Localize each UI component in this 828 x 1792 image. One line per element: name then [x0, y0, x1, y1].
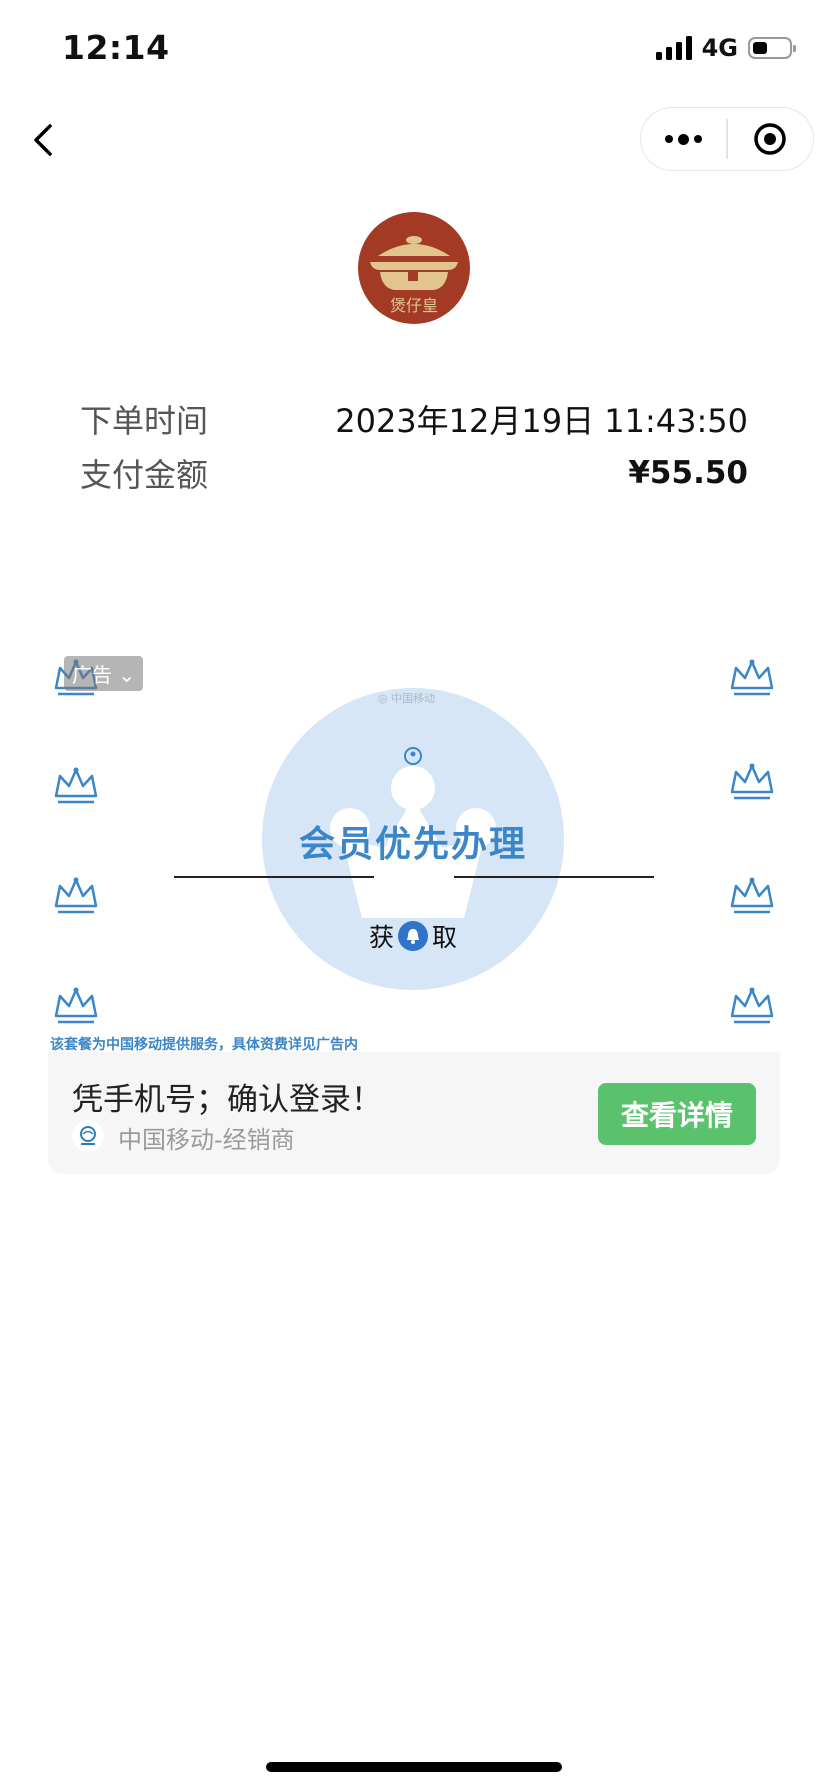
close-miniprogram-button[interactable]: [728, 108, 813, 170]
order-time-row: 下单时间 2023年12月19日 11:43:50: [80, 396, 748, 442]
payment-amount-row: 支付金额 ¥55.50: [80, 450, 748, 496]
status-time: 12:14: [62, 28, 170, 67]
ad-title: 会员优先办理: [298, 824, 527, 865]
battery-icon: [748, 37, 796, 59]
crown-icon: [730, 987, 774, 1024]
signal-icon: [655, 36, 692, 60]
advertiser-logo-icon: [72, 1120, 104, 1152]
more-button[interactable]: [641, 108, 726, 170]
ad-headline: 凭手机号；确认登录！: [72, 1082, 382, 1118]
merchant-logo-text: 煲仔皇: [390, 296, 438, 315]
ad-divider-right: [454, 876, 654, 878]
more-dots-icon: [665, 133, 703, 145]
crown-icon: [54, 877, 98, 914]
crown-icon: [54, 767, 98, 804]
crown-icon: [730, 763, 774, 800]
back-button[interactable]: [24, 118, 68, 162]
payment-amount-value: ¥55.50: [628, 455, 748, 491]
crown-icon: [730, 877, 774, 914]
bell-icon: [398, 921, 428, 951]
ad-divider-left: [174, 876, 374, 878]
order-time-label: 下单时间: [80, 402, 209, 440]
status-indicators: 4G: [655, 34, 796, 62]
network-type: 4G: [701, 34, 738, 62]
advertiser-name: 中国移动-经销商: [118, 1126, 295, 1154]
china-mobile-watermark: ◎ 中国移动: [378, 692, 436, 705]
miniprogram-capsule: [640, 107, 814, 171]
crown-icon: [54, 987, 98, 1024]
merchant-logo: 煲仔皇: [358, 212, 470, 324]
home-indicator[interactable]: [266, 1762, 562, 1772]
chevron-left-icon: [34, 124, 52, 156]
target-circle-icon: [754, 123, 787, 155]
order-time-value: 2023年12月19日 11:43:50: [335, 402, 748, 440]
crown-icon: [730, 659, 774, 696]
ad-get-label: 获 取: [368, 921, 458, 952]
ad-badge[interactable]: 广告 ⌄: [64, 656, 144, 691]
payment-amount-label: 支付金额: [80, 456, 209, 494]
view-details-button[interactable]: 查看详情: [598, 1083, 756, 1145]
ad-disclaimer: 该套餐为中国移动提供服务，具体资费详见广告内: [50, 1037, 358, 1053]
